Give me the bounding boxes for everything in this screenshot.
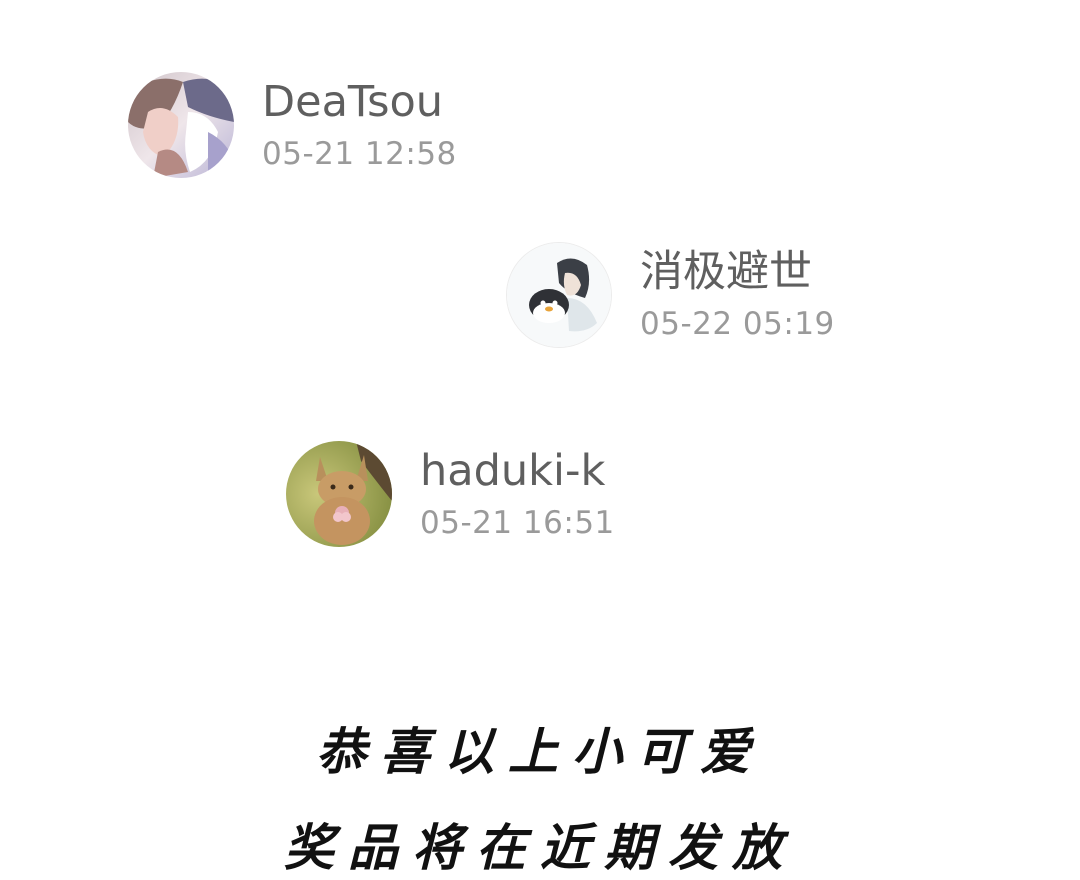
winner-info: 消极避世 05-22 05:19: [640, 246, 835, 344]
timestamp: 05-21 12:58: [262, 136, 457, 172]
pikachu-figure-avatar-icon[interactable]: [286, 441, 392, 547]
timestamp: 05-21 16:51: [420, 505, 615, 541]
username[interactable]: haduki-k: [420, 445, 615, 497]
winner-info: haduki-k 05-21 16:51: [420, 445, 615, 543]
anime-couple-avatar-icon[interactable]: [128, 72, 234, 178]
username[interactable]: DeaTsou: [262, 76, 457, 128]
winner-entry-xiaoji: 消极避世 05-22 05:19: [506, 242, 835, 348]
prize-notice-caption: 奖品将在近期发放: [284, 819, 796, 877]
congrats-caption: 恭喜以上小可爱: [316, 723, 764, 781]
username[interactable]: 消极避世: [640, 246, 835, 298]
winner-entry-deatsou: DeaTsou 05-21 12:58: [128, 72, 457, 178]
winner-info: DeaTsou 05-21 12:58: [262, 76, 457, 174]
penguin-chibi-avatar-icon[interactable]: [506, 242, 612, 348]
timestamp: 05-22 05:19: [640, 306, 835, 342]
winner-entry-haduki: haduki-k 05-21 16:51: [286, 441, 615, 547]
